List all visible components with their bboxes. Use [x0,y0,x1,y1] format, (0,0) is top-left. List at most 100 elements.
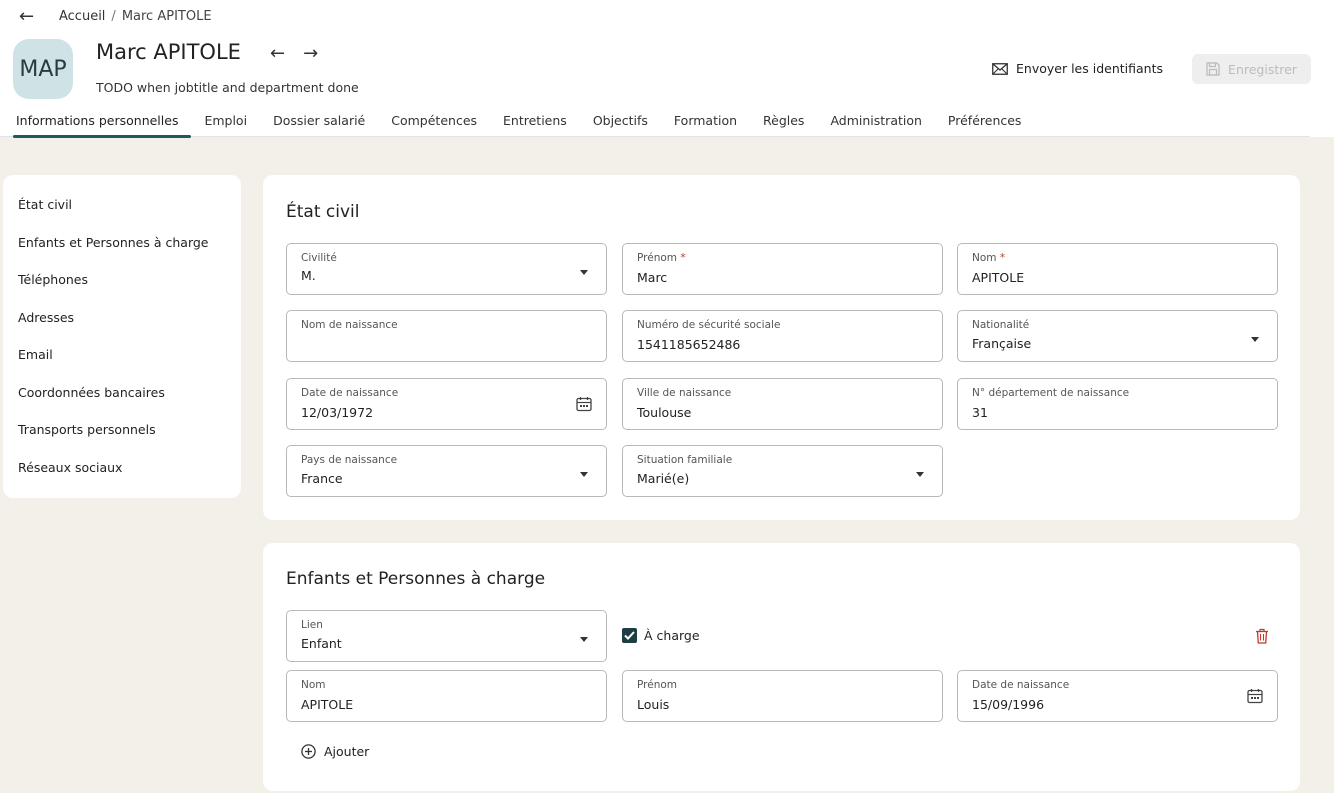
field-value: Toulouse [637,405,692,420]
tab-dossier-salarie[interactable]: Dossier salarié [260,112,378,137]
field-label: Nom * [972,252,1005,264]
chevron-down-icon [580,637,588,642]
record-navigation: ← → [270,43,336,64]
calendar-icon[interactable] [1247,688,1263,704]
field-label: Date de naissance [301,387,399,399]
add-label: Ajouter [324,744,370,759]
tab-objectifs[interactable]: Objectifs [580,112,661,137]
field-label: Nationalité [972,319,1030,331]
tab-formation[interactable]: Formation [661,112,750,137]
menu-item-transports[interactable]: Transports personnels [3,420,241,458]
field-label: Nom [301,679,326,691]
lien-select[interactable]: Lien Enfant [286,610,607,662]
field-value: Louis [637,697,670,712]
enfant-nom-field[interactable]: Nom APITOLE [286,670,607,722]
field-value: APITOLE [301,697,354,712]
etat-civil-title: État civil [286,202,360,222]
chevron-down-icon [580,270,588,275]
field-value: Enfant [301,636,342,651]
ville-naissance-field[interactable]: Ville de naissance Toulouse [622,378,943,430]
field-value: M. [301,268,316,283]
field-value: 31 [972,405,988,420]
field-value: 1541185652486 [637,337,741,352]
floppy-disk-icon [1206,62,1220,76]
field-value: APITOLE [972,270,1025,285]
menu-item-adresses[interactable]: Adresses [3,308,241,346]
checkbox-checked-icon [622,628,637,643]
save-button[interactable]: Enregistrer [1192,54,1311,84]
envelope-icon [992,62,1008,75]
tab-entretiens[interactable]: Entretiens [490,112,580,137]
prenom-field[interactable]: Prénom * Marc [622,243,943,295]
a-charge-checkbox[interactable]: À charge [622,628,700,643]
chevron-down-icon [580,472,588,477]
tab-informations-personnelles[interactable]: Informations personnelles [0,112,192,138]
back-arrow-icon[interactable]: ← [19,6,34,27]
menu-item-telephones[interactable]: Téléphones [3,270,241,308]
field-label: Civilité [301,252,337,264]
avatar: MAP [13,39,73,99]
field-value: Marié(e) [637,471,690,486]
chevron-down-icon [916,472,924,477]
pays-naissance-select[interactable]: Pays de naissance France [286,445,607,497]
field-label-text: Prénom [637,252,678,264]
civilite-select[interactable]: Civilité M. [286,243,607,295]
page-subtitle: TODO when jobtitle and department done [96,80,359,95]
page-header: ← Accueil / Marc APITOLE MAP Marc APITOLE … [0,0,1334,138]
next-arrow-icon[interactable]: → [303,43,318,64]
enfant-date-naissance-field[interactable]: Date de naissance 15/09/1996 [957,670,1278,722]
tab-regles[interactable]: Règles [750,112,817,137]
breadcrumb-separator: / [111,9,116,24]
field-value: Française [972,336,1032,351]
tab-administration[interactable]: Administration [817,112,934,137]
nationalite-select[interactable]: Nationalité Française [957,310,1278,362]
enfants-card: Enfants et Personnes à charge Lien Enfan… [263,543,1300,791]
date-naissance-field[interactable]: Date de naissance 12/03/1972 [286,378,607,430]
a-charge-label: À charge [644,628,700,643]
enfants-title: Enfants et Personnes à charge [286,569,546,589]
save-label: Enregistrer [1228,61,1297,77]
tab-emploi[interactable]: Emploi [191,112,260,137]
field-value: 12/03/1972 [301,405,374,420]
enfant-prenom-field[interactable]: Prénom Louis [622,670,943,722]
calendar-icon[interactable] [576,396,592,412]
menu-item-email[interactable]: Email [3,345,241,383]
situation-familiale-select[interactable]: Situation familiale Marié(e) [622,445,943,497]
chevron-down-icon [1251,337,1259,342]
page-title: Marc APITOLE [96,40,241,64]
field-label: Ville de naissance [637,387,732,399]
field-label: Lien [301,619,323,631]
required-mark: * [999,252,1006,264]
menu-item-reseaux-sociaux[interactable]: Réseaux sociaux [3,458,241,496]
menu-item-enfants[interactable]: Enfants et Personnes à charge [3,233,241,271]
field-value: 15/09/1996 [972,697,1045,712]
departement-naissance-field[interactable]: N° département de naissance 31 [957,378,1278,430]
field-label-text: Nom [972,252,997,264]
add-dependent-button[interactable]: Ajouter [301,744,369,759]
field-label: Nom de naissance [301,319,398,331]
field-value: France [301,471,343,486]
send-credentials-label: Envoyer les identifiants [1016,61,1163,76]
previous-arrow-icon[interactable]: ← [270,43,285,64]
tab-competences[interactable]: Compétences [378,112,490,137]
breadcrumb: Accueil / Marc APITOLE [59,9,212,24]
field-label: Situation familiale [637,454,733,466]
section-menu: État civil Enfants et Personnes à charge… [3,175,241,498]
trash-icon[interactable] [1255,628,1269,644]
nom-field[interactable]: Nom * APITOLE [957,243,1278,295]
send-credentials-button[interactable]: Envoyer les identifiants [992,61,1163,76]
nom-naissance-field[interactable]: Nom de naissance [286,310,607,362]
plus-circle-icon [301,744,316,759]
field-label: Numéro de sécurité sociale [637,319,781,331]
tab-bar: Informations personnelles Emploi Dossier… [0,112,1310,138]
field-label: Pays de naissance [301,454,398,466]
menu-item-etat-civil[interactable]: État civil [3,195,241,233]
menu-item-coordonnees-bancaires[interactable]: Coordonnées bancaires [3,383,241,421]
breadcrumb-home[interactable]: Accueil [59,9,105,24]
field-value: Marc [637,270,668,285]
field-label: Date de naissance [972,679,1070,691]
securite-sociale-field[interactable]: Numéro de sécurité sociale 1541185652486 [622,310,943,362]
tab-preferences[interactable]: Préférences [935,112,1035,137]
etat-civil-card: État civil Civilité M. Prénom * Marc Nom… [263,175,1300,520]
field-label: Prénom * [637,252,686,264]
